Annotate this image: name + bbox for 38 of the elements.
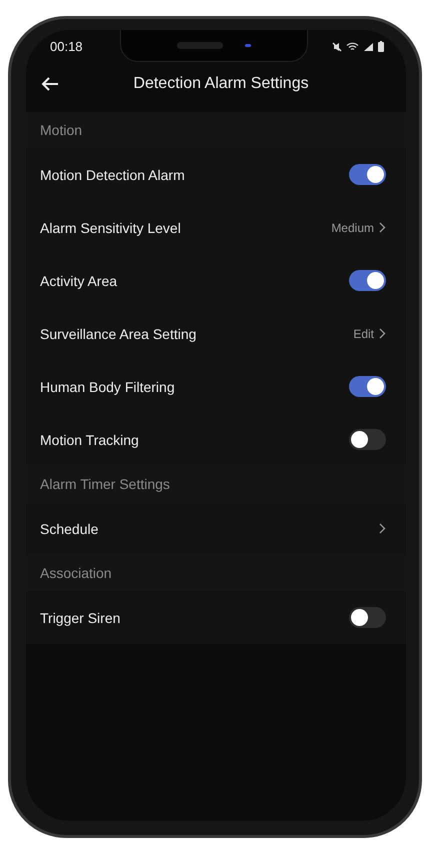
settings-row[interactable]: Surveillance Area Setting Edit (26, 307, 406, 360)
wifi-icon (346, 42, 359, 52)
settings-row[interactable]: Motion Detection Alarm (26, 148, 406, 201)
row-value: Medium (331, 220, 374, 234)
settings-row[interactable]: Trigger Siren (26, 591, 406, 644)
battery-icon (378, 41, 384, 52)
row-label: Trigger Siren (40, 610, 120, 626)
status-time: 00:18 (50, 39, 83, 54)
row-label: Human Body Filtering (40, 378, 175, 394)
toggle-switch[interactable] (349, 270, 386, 291)
row-label: Surveillance Area Setting (40, 326, 196, 342)
back-arrow-icon[interactable] (41, 76, 59, 92)
section-header: Alarm Timer Settings (26, 466, 406, 502)
settings-row[interactable]: Schedule (26, 502, 406, 555)
chevron-icon (379, 222, 386, 233)
settings-row[interactable]: Human Body Filtering (26, 360, 406, 413)
row-label: Activity Area (40, 272, 118, 288)
toggle-switch[interactable] (349, 376, 386, 397)
section-header: Association (26, 555, 406, 591)
settings-row[interactable]: Alarm Sensitivity Level Medium (26, 201, 406, 254)
section-header: Motion (26, 112, 406, 148)
row-label: Motion Detection Alarm (40, 166, 185, 182)
row-label: Alarm Sensitivity Level (40, 220, 181, 236)
row-label: Schedule (40, 520, 98, 536)
mute-icon (332, 42, 342, 52)
settings-row[interactable]: Activity Area (26, 254, 406, 307)
row-label: Motion Tracking (40, 432, 139, 448)
toggle-switch[interactable] (349, 429, 386, 450)
row-value: Edit (353, 326, 374, 340)
settings-row[interactable]: Motion Tracking (26, 413, 406, 466)
signal-icon (363, 42, 374, 52)
chevron-icon (379, 328, 386, 339)
chevron-icon (379, 523, 386, 534)
toggle-switch[interactable] (349, 164, 386, 185)
camera-icon (245, 44, 251, 47)
speaker-icon (177, 42, 223, 49)
screen-title: Detection Alarm Settings (133, 75, 309, 93)
toggle-switch[interactable] (349, 607, 386, 628)
